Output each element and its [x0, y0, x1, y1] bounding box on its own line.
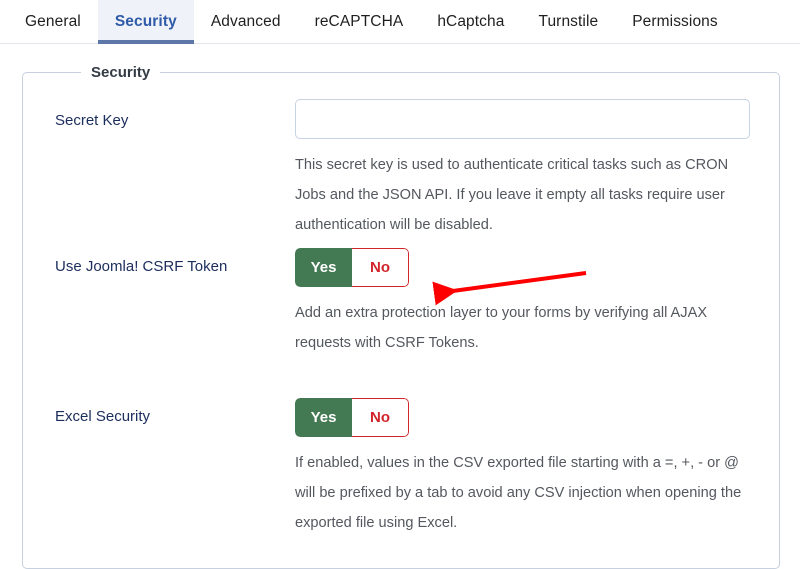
security-panel-wrapper: Security Secret Key This secret key is u…: [0, 44, 800, 569]
tab-advanced[interactable]: Advanced: [194, 0, 298, 44]
excel-security-toggle[interactable]: Yes No: [295, 398, 409, 437]
field-row-excel-security: Excel Security Yes No If enabled, values…: [55, 398, 751, 538]
tab-hcaptcha[interactable]: hCaptcha: [420, 0, 521, 44]
tab-recaptcha[interactable]: reCAPTCHA: [298, 0, 421, 44]
secret-key-description: This secret key is used to authenticate …: [295, 157, 729, 233]
csrf-token-toggle[interactable]: Yes No: [295, 248, 409, 287]
csrf-token-no-option[interactable]: No: [352, 248, 409, 287]
secret-key-label: Secret Key: [55, 112, 129, 129]
csrf-token-yes-option[interactable]: Yes: [295, 248, 352, 287]
tab-security[interactable]: Security: [97, 0, 194, 44]
tab-general[interactable]: General: [8, 0, 98, 44]
secret-key-control: This secret key is used to authenticate …: [295, 99, 751, 240]
secret-key-input[interactable]: [295, 99, 750, 139]
excel-security-yes-option[interactable]: Yes: [295, 398, 352, 437]
csrf-token-control: Yes No Add an extra protection layer to …: [295, 248, 751, 358]
security-fieldset: Security Secret Key This secret key is u…: [22, 64, 780, 569]
excel-security-description: If enabled, values in the CSV exported f…: [295, 455, 742, 531]
csrf-token-label: Use Joomla! CSRF Token: [55, 258, 228, 275]
security-fieldset-legend: Security: [91, 64, 151, 81]
field-row-secret-key: Secret Key This secret key is used to au…: [55, 99, 751, 240]
tab-turnstile[interactable]: Turnstile: [521, 0, 615, 44]
settings-tab-bar: General Security Advanced reCAPTCHA hCap…: [0, 0, 800, 44]
excel-security-label: Excel Security: [55, 408, 151, 425]
csrf-token-description: Add an extra protection layer to your fo…: [295, 305, 708, 351]
excel-security-control: Yes No If enabled, values in the CSV exp…: [295, 398, 751, 538]
tab-permissions[interactable]: Permissions: [615, 0, 735, 44]
excel-security-no-option[interactable]: No: [352, 398, 409, 437]
field-row-csrf-token: Use Joomla! CSRF Token Yes No Add an ext…: [55, 248, 751, 358]
